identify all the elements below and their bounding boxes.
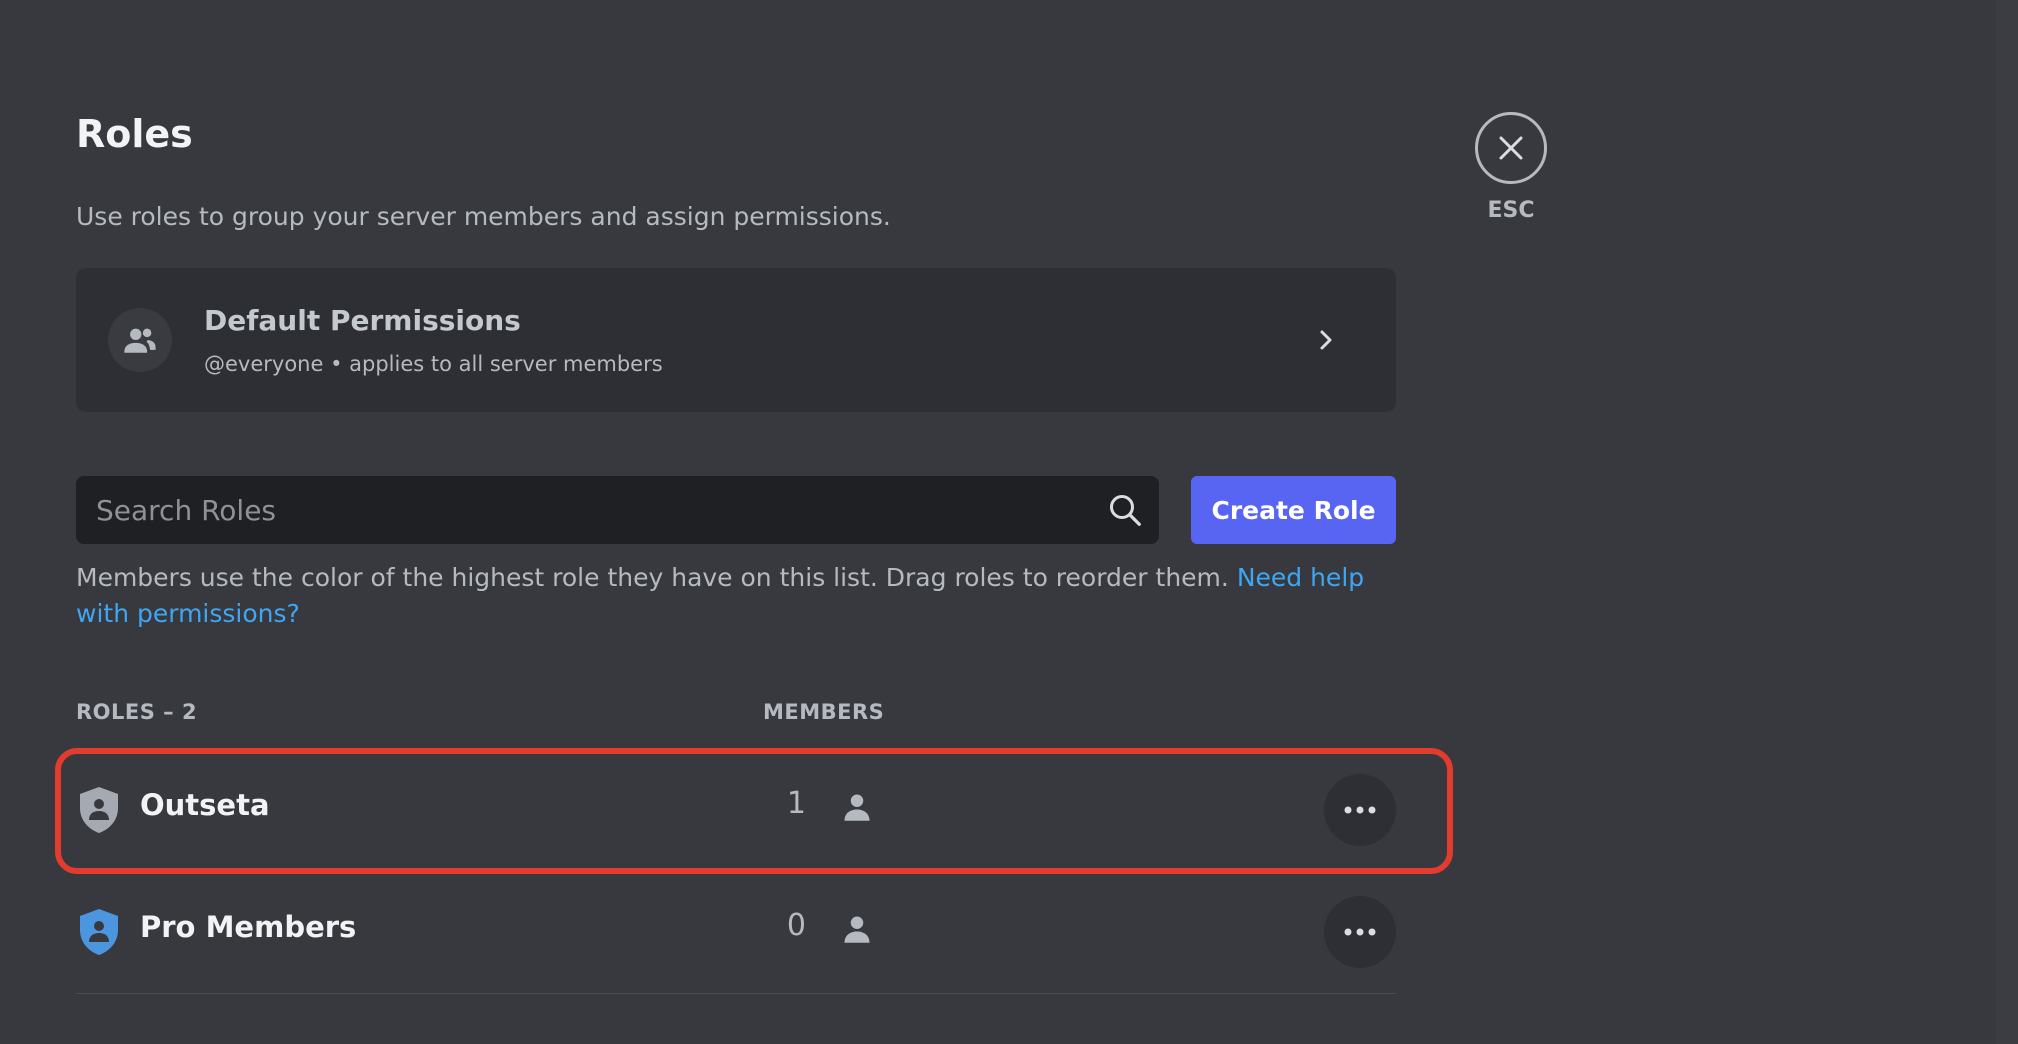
role-more-options-button[interactable] bbox=[1324, 896, 1396, 968]
role-more-options-button[interactable] bbox=[1324, 774, 1396, 846]
users-icon bbox=[124, 328, 156, 353]
page-title: Roles bbox=[76, 112, 193, 156]
more-horizontal-icon bbox=[1344, 928, 1376, 936]
help-text-body: Members use the color of the highest rol… bbox=[76, 563, 1237, 592]
search-icon[interactable] bbox=[1107, 492, 1143, 528]
close-esc-label: ESC bbox=[1487, 198, 1535, 223]
default-permissions-avatar bbox=[108, 308, 172, 372]
role-name: Pro Members bbox=[140, 910, 357, 944]
person-icon bbox=[844, 794, 870, 821]
scrollbar-track[interactable] bbox=[1996, 0, 2018, 1044]
role-row-pro-members[interactable]: Pro Members 0 bbox=[76, 876, 1396, 994]
person-icon bbox=[844, 916, 870, 943]
role-member-count: 0 bbox=[786, 908, 806, 943]
role-shield-icon bbox=[80, 909, 118, 955]
chevron-right-icon bbox=[1312, 326, 1340, 354]
role-shield-icon bbox=[80, 787, 118, 833]
close-button[interactable] bbox=[1475, 112, 1547, 184]
close-icon bbox=[1499, 136, 1523, 160]
search-roles-input[interactable] bbox=[96, 476, 1056, 544]
page-description: Use roles to group your server members a… bbox=[76, 202, 891, 231]
default-permissions-title: Default Permissions bbox=[204, 304, 521, 337]
roles-column-header: ROLES – 2 bbox=[76, 700, 198, 724]
members-column-header: MEMBERS bbox=[763, 700, 885, 724]
more-horizontal-icon bbox=[1344, 806, 1376, 814]
role-member-count: 1 bbox=[786, 786, 806, 821]
default-permissions-subtitle: @everyone • applies to all server member… bbox=[204, 352, 663, 376]
role-name: Outseta bbox=[140, 788, 270, 822]
create-role-button[interactable]: Create Role bbox=[1191, 476, 1396, 544]
help-text: Members use the color of the highest rol… bbox=[76, 560, 1396, 632]
role-row-outseta[interactable]: Outseta 1 bbox=[76, 754, 1396, 864]
search-roles-box[interactable] bbox=[76, 476, 1159, 544]
default-permissions-card[interactable]: Default Permissions @everyone • applies … bbox=[76, 268, 1396, 412]
